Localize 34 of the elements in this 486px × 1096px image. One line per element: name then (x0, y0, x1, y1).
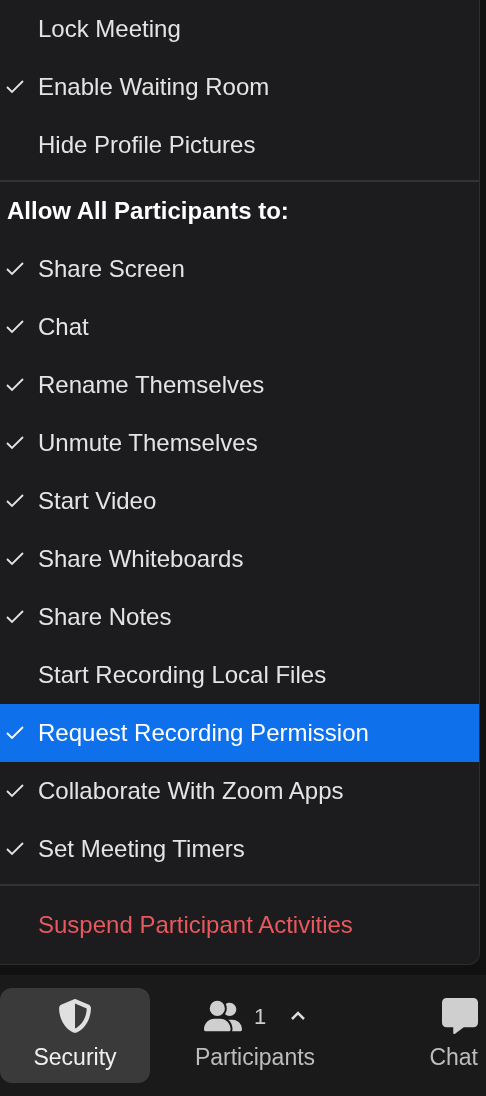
checkmark-icon (6, 610, 24, 624)
participant-count: 1 (253, 1002, 267, 1031)
menu-item[interactable]: Chat (0, 298, 479, 356)
checkmark-icon (6, 320, 24, 334)
checkmark-icon (6, 784, 24, 798)
menu-item[interactable]: Hide Profile Pictures (0, 116, 479, 174)
checkmark-icon (6, 842, 24, 856)
shield-icon (58, 999, 92, 1034)
chat-bubble-icon (442, 998, 478, 1035)
section-header: Allow All Participants to: (6, 196, 290, 226)
menu-item[interactable]: Rename Themselves (0, 356, 479, 414)
menu-item[interactable]: Share Screen (0, 240, 479, 298)
menu-item[interactable]: Request Recording Permission (0, 704, 479, 762)
menu-item[interactable]: Lock Meeting (0, 0, 479, 58)
toolbar-button[interactable]: Security (0, 988, 150, 1083)
checkmark-icon (6, 80, 24, 94)
checkmark-icon (6, 262, 24, 276)
toolbar-button[interactable]: Chat (360, 988, 486, 1083)
checkmark-icon (6, 436, 24, 450)
menu-item[interactable]: Collaborate With Zoom Apps (0, 762, 479, 820)
checkmark-icon (6, 552, 24, 566)
checkmark-icon (6, 378, 24, 392)
menu-item[interactable]: Unmute Themselves (0, 414, 479, 472)
menu-item[interactable]: Share Notes (0, 588, 479, 646)
menu-item[interactable]: Start Video (0, 472, 479, 530)
menu-item[interactable]: Start Recording Local Files (0, 646, 479, 704)
toolbar-button[interactable]: 1 Participants (150, 988, 360, 1083)
checkmark-icon (6, 494, 24, 508)
menu-item[interactable]: Share Whiteboards (0, 530, 479, 588)
caret-up-icon (290, 1011, 307, 1022)
menu-item[interactable]: Set Meeting Timers (0, 820, 479, 878)
menu-item[interactable]: Enable Waiting Room (0, 58, 479, 116)
menu-item[interactable]: Suspend Participant Activities (0, 896, 479, 954)
checkmark-icon (6, 726, 24, 740)
